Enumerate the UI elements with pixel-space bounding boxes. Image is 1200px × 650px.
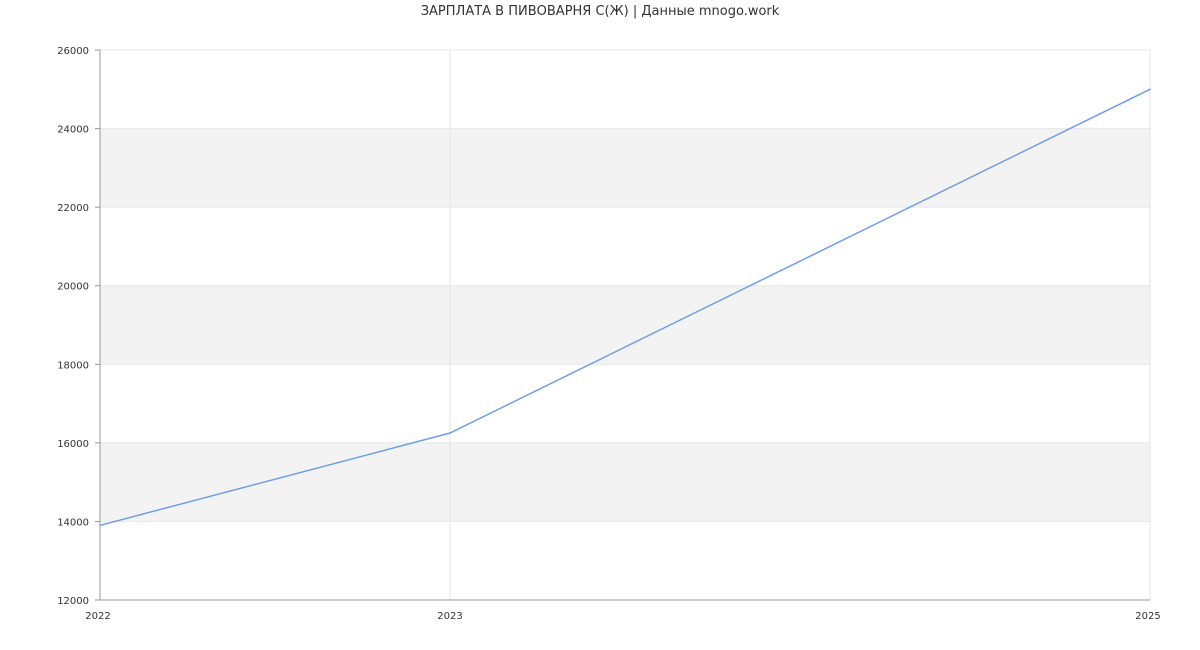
y-tick-label: 24000 [57,125,89,136]
salary-line-chart: 12000 14000 16000 18000 20000 22000 24000 26000… [57,46,1161,622]
y-tick-label: 14000 [57,517,89,528]
data-point [449,432,451,434]
x-tick-label: 2025 [1135,611,1160,622]
grid-band [100,442,1150,522]
data-point [1149,88,1151,91]
y-tick-label: 22000 [57,203,89,214]
x-tick-labels: 2022 2023 2025 [85,611,1160,622]
x-tick-label: 2023 [437,611,462,622]
grid-band [100,128,1150,208]
grid-band [100,285,1150,365]
y-tick-label: 18000 [57,360,89,371]
y-tick-label: 12000 [57,596,89,607]
y-tick-labels: 12000 14000 16000 18000 20000 22000 24000 26000 [57,46,89,607]
y-tick-label: 20000 [57,282,89,293]
y-tick-label: 26000 [57,46,89,57]
y-tick-label: 16000 [57,439,89,450]
x-tick-label: 2022 [85,611,110,622]
data-point [99,524,101,527]
alternating-bands [100,128,1150,522]
